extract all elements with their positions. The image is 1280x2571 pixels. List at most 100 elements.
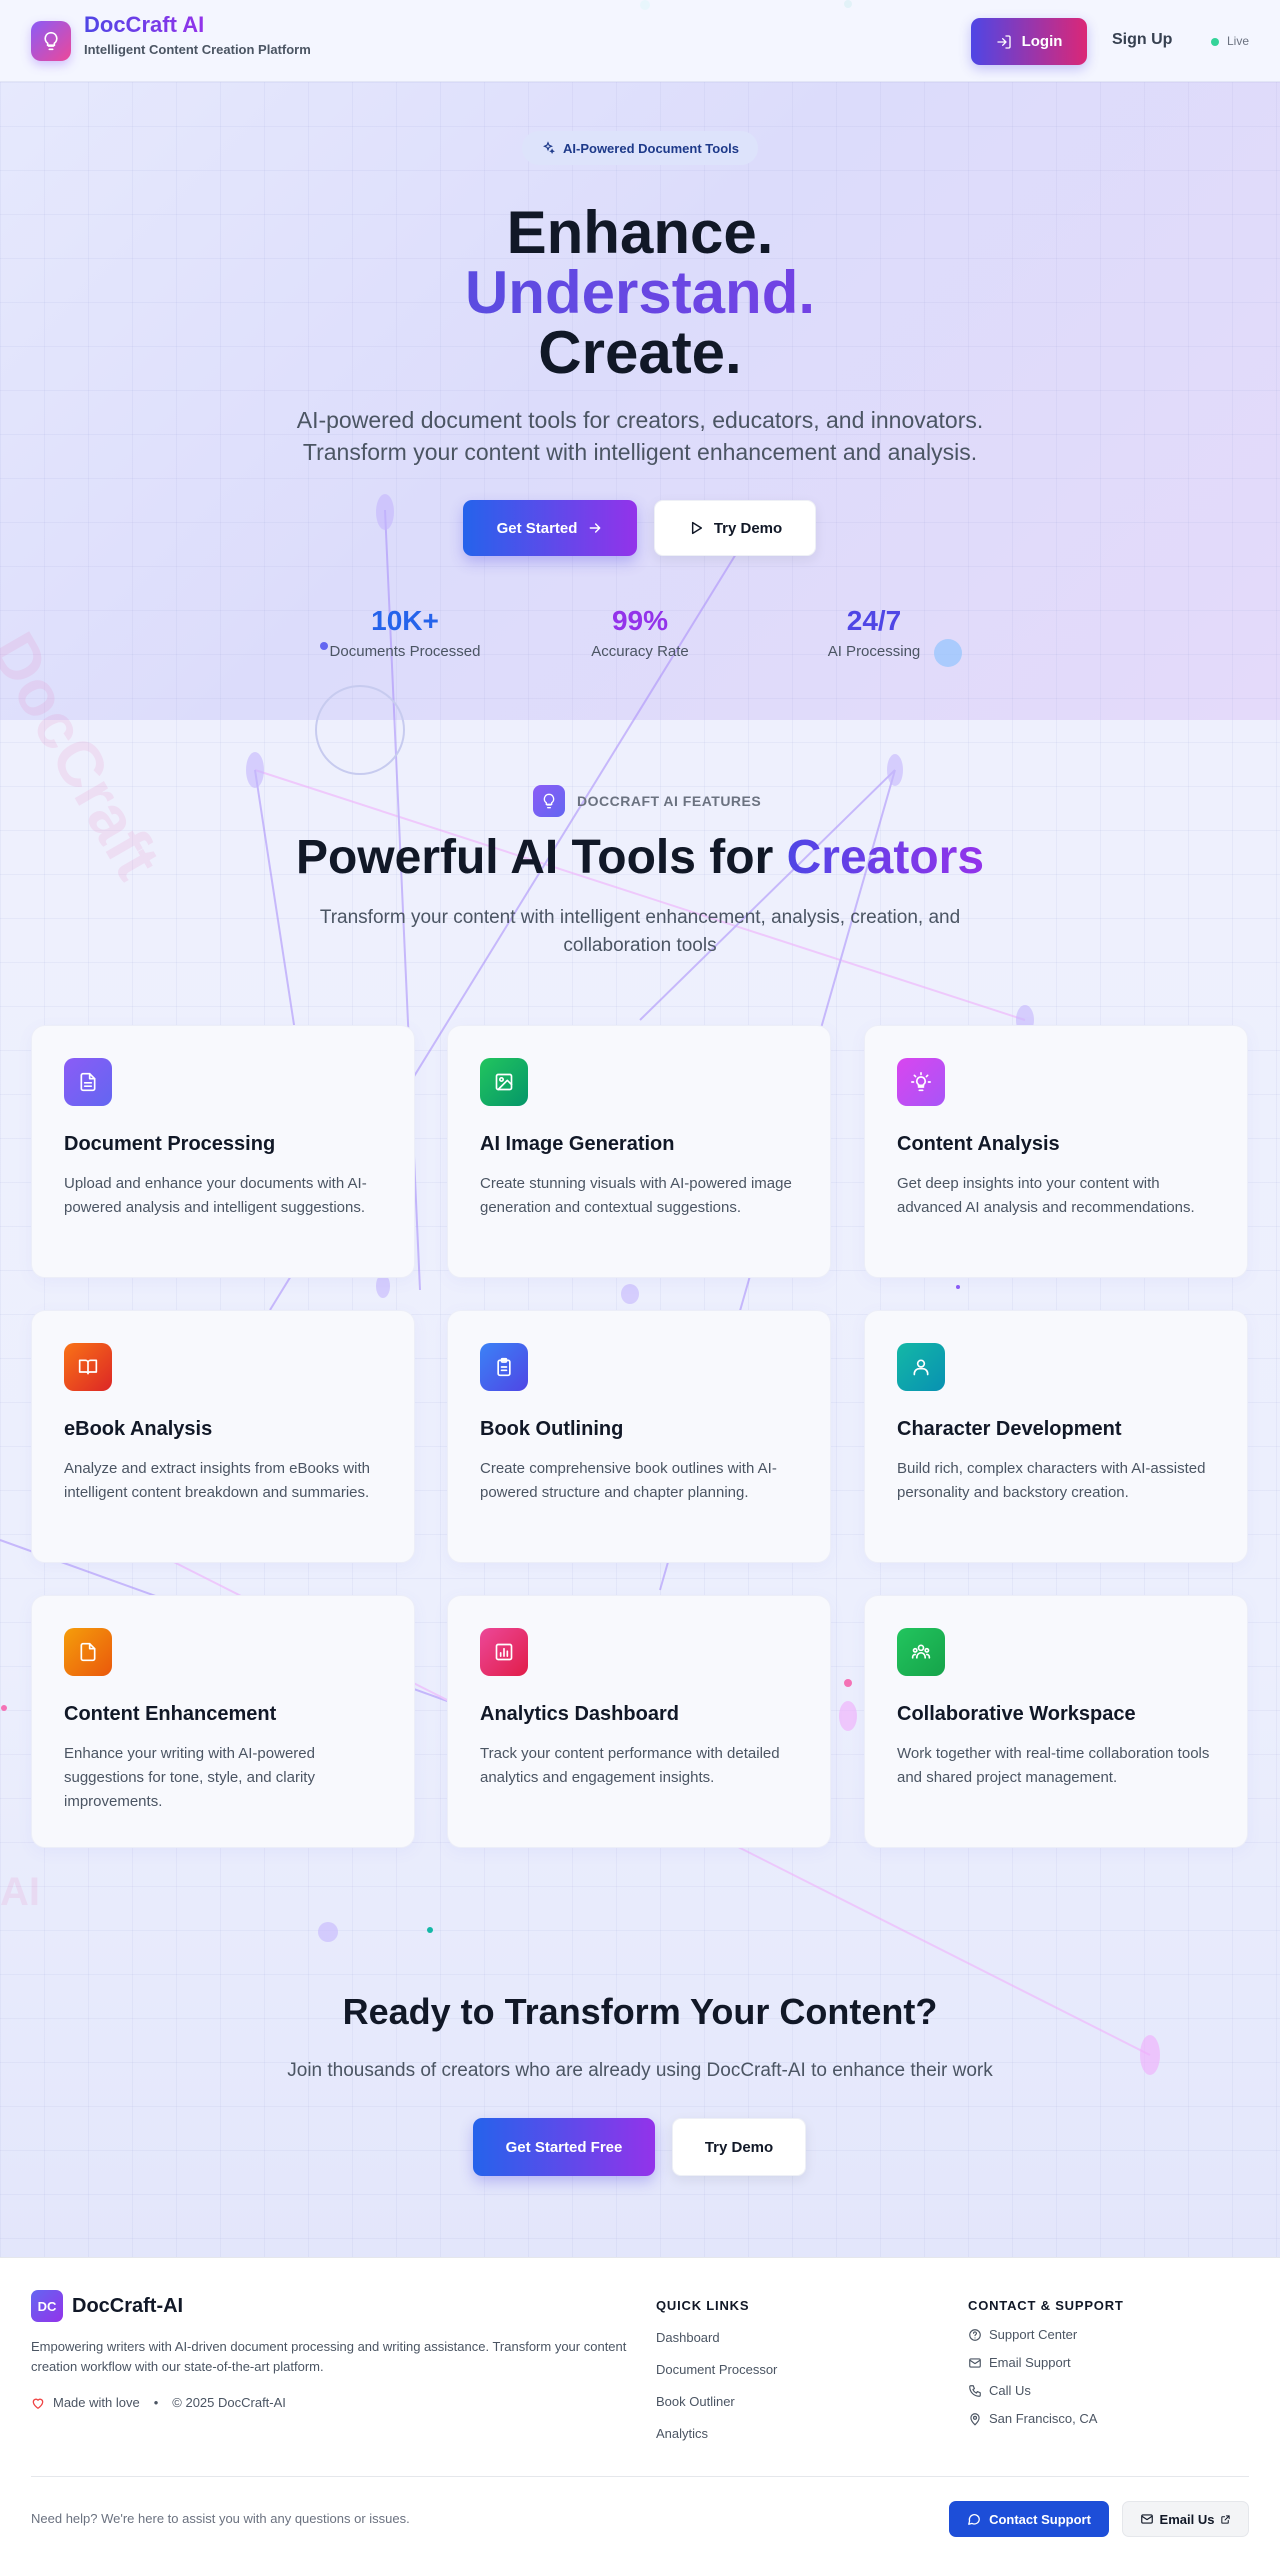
contact-support-label: Contact Support: [989, 2511, 1091, 2527]
arrow-right-icon: [590, 523, 601, 533]
footer-link-book-outliner[interactable]: Book Outliner: [656, 2394, 735, 2409]
features-title-accent: Creators: [786, 831, 985, 884]
contact-support-button[interactable]: Contact Support: [949, 2501, 1109, 2537]
cta-subtitle: Join thousands of creators who are alrea…: [287, 2060, 993, 2081]
email-us-button[interactable]: Email Us: [1122, 2501, 1249, 2537]
footer-link-dashboard[interactable]: Dashboard: [656, 2330, 720, 2345]
feature-card-analytics-dashboard[interactable]: Analytics Dashboard Track your content p…: [447, 1595, 831, 1848]
heart-icon: [32, 2398, 44, 2409]
sparkles-icon: [543, 141, 555, 155]
feature-card-title: Document Processing: [64, 1133, 276, 1155]
try-demo-button[interactable]: Try Demo: [654, 500, 816, 556]
live-status-dot: [1211, 38, 1219, 46]
mail-icon: [1140, 2514, 1153, 2524]
stat-accuracy: 99% Accuracy Rate: [530, 605, 750, 660]
email-us-label: Email Us: [1159, 2511, 1215, 2527]
feature-card-title: Analytics Dashboard: [480, 1703, 679, 1725]
feature-card-title: eBook Analysis: [64, 1418, 213, 1440]
brand-name[interactable]: DocCraft AI: [84, 12, 204, 38]
login-button[interactable]: Login: [971, 18, 1087, 65]
try-demo-label: Try Demo: [713, 519, 783, 537]
feature-card-character-development[interactable]: Character Development Build rich, comple…: [864, 1310, 1248, 1563]
stat-processing: 24/7 AI Processing: [764, 605, 984, 660]
feature-card-description: Create comprehensive book outlines with …: [480, 1460, 777, 1501]
hero-subtitle-line-1: AI-powered document tools for creators, …: [296, 407, 984, 433]
feature-card-title: Content Enhancement: [64, 1703, 277, 1725]
footer-link-call-us[interactable]: Call Us: [968, 2383, 1031, 2398]
feature-card-description: Build rich, complex characters with AI-a…: [897, 1460, 1206, 1501]
email-support-label: Email Support: [989, 2355, 1071, 2370]
signup-link[interactable]: Sign Up: [1112, 31, 1172, 49]
footer-logo[interactable]: DC: [31, 2290, 63, 2322]
feature-card-description: Get deep insights into your content with…: [897, 1175, 1195, 1216]
live-status-label: Live: [1227, 34, 1250, 48]
feature-card-description: Analyze and extract insights from eBooks…: [64, 1460, 370, 1501]
footer-link-email-support[interactable]: Email Support: [968, 2355, 1071, 2370]
location-label: San Francisco, CA: [989, 2411, 1098, 2426]
background-watermark: AI: [0, 1870, 40, 1914]
feature-card-content-enhancement[interactable]: Content Enhancement Enhance your writing…: [31, 1595, 415, 1848]
hero-headline-line-1: Enhance.: [506, 199, 774, 266]
feature-card-content-analysis[interactable]: Content Analysis Get deep insights into …: [864, 1025, 1248, 1278]
quick-links-title: QUICK LINKS: [656, 2298, 750, 2313]
map-pin-icon: [970, 2412, 980, 2425]
support-center-label: Support Center: [989, 2327, 1078, 2342]
mail-icon: [969, 2357, 981, 2368]
book-open-icon: [64, 1343, 112, 1391]
chat-bubble-icon: [968, 2514, 980, 2525]
cta-title: Ready to Transform Your Content?: [342, 1991, 938, 2032]
feature-card-ai-image-generation[interactable]: AI Image Generation Create stunning visu…: [447, 1025, 831, 1278]
stat-label: Documents Processed: [329, 643, 481, 660]
feature-card-description: Upload and enhance your documents with A…: [64, 1175, 367, 1216]
hero-subtitle-line-2: Transform your content with intelligent …: [302, 439, 978, 465]
login-icon: [996, 34, 1011, 49]
get-started-button[interactable]: Get Started: [463, 500, 637, 556]
hero-badge-label: AI-Powered Document Tools: [563, 140, 739, 156]
get-started-label: Get Started: [496, 519, 578, 537]
top-navigation-bar: DocCraft AI Intelligent Content Creation…: [0, 0, 1280, 82]
stat-label: AI Processing: [827, 643, 921, 660]
features-title: Powerful AI Tools for Creators: [0, 830, 1280, 885]
stat-value: 99%: [611, 605, 669, 636]
stat-documents: 10K+ Documents Processed: [295, 605, 515, 660]
call-us-label: Call Us: [989, 2383, 1031, 2398]
get-started-free-button[interactable]: Get Started Free: [473, 2118, 655, 2176]
file-icon: [64, 1628, 112, 1676]
footer-link-analytics[interactable]: Analytics: [656, 2426, 708, 2441]
lightbulb-icon: [897, 1058, 945, 1106]
footer-description: Empowering writers with AI-driven docume…: [31, 2339, 627, 2374]
feature-card-description: Create stunning visuals with AI-powered …: [480, 1175, 792, 1216]
features-subtitle: Transform your content with intelligent …: [319, 907, 961, 956]
footer-link-document-processor[interactable]: Document Processor: [656, 2362, 777, 2377]
feature-card-title: AI Image Generation: [480, 1133, 675, 1155]
get-started-free-label: Get Started Free: [505, 2138, 623, 2156]
made-with-label: Made with love: [53, 2395, 140, 2410]
feature-card-title: Book Outlining: [480, 1418, 624, 1440]
feature-card-description: Enhance your writing with AI-powered sug…: [64, 1745, 315, 1810]
cta-try-demo-label: Try Demo: [704, 2138, 774, 2156]
feature-card-document-processing[interactable]: Document Processing Upload and enhance y…: [31, 1025, 415, 1278]
footer-made-with: Made with love • © 2025 DocCraft-AI: [31, 2395, 286, 2410]
stat-value: 10K+: [371, 605, 439, 636]
feature-card-book-outlining[interactable]: Book Outlining Create comprehensive book…: [447, 1310, 831, 1563]
users-icon: [897, 1628, 945, 1676]
hero-badge: AI-Powered Document Tools: [522, 131, 758, 165]
footer-link-support-center[interactable]: Support Center: [968, 2327, 1077, 2342]
feature-card-ebook-analysis[interactable]: eBook Analysis Analyze and extract insig…: [31, 1310, 415, 1563]
features-kicker: DOCCRAFT AI FEATURES: [577, 793, 762, 809]
external-link-icon: [1221, 2514, 1231, 2524]
image-icon: [480, 1058, 528, 1106]
cta-try-demo-button[interactable]: Try Demo: [672, 2118, 806, 2176]
brand-tagline: Intelligent Content Creation Platform: [84, 42, 311, 57]
play-icon: [691, 521, 702, 535]
footer-brand[interactable]: DocCraft-AI: [72, 2295, 183, 2318]
stat-value: 24/7: [846, 605, 902, 636]
document-icon: [64, 1058, 112, 1106]
feature-card-description: Work together with real-time collaborati…: [897, 1745, 1210, 1786]
feature-card-description: Track your content performance with deta…: [480, 1745, 780, 1786]
phone-icon: [969, 2384, 981, 2397]
logo-lightbulb-icon[interactable]: [31, 21, 71, 61]
footer-help-text: Need help? We're here to assist you with…: [31, 2511, 410, 2526]
feature-card-title: Character Development: [897, 1418, 1122, 1440]
feature-card-collaborative-workspace[interactable]: Collaborative Workspace Work together wi…: [864, 1595, 1248, 1848]
